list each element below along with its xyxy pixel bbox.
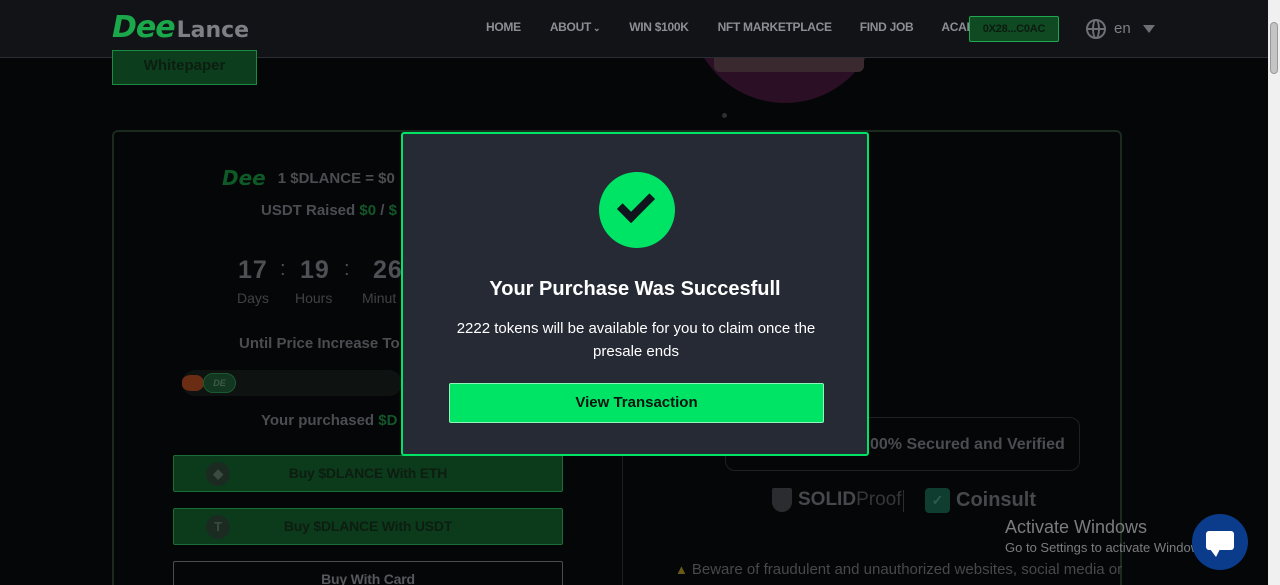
scrollbar-thumb[interactable] bbox=[1270, 22, 1278, 74]
raised-value: $0 bbox=[359, 202, 377, 219]
beware-text: Beware of fraudulent and unauthorized we… bbox=[691, 561, 1123, 578]
nav-about[interactable]: ABOUT ⌄ bbox=[549, 20, 601, 34]
price-text: 1 $DLANCE = $0 bbox=[277, 169, 395, 187]
nav-nft-marketplace[interactable]: NFT MARKETPLACE bbox=[718, 20, 832, 34]
chevron-down-icon: ⌄ bbox=[592, 23, 601, 33]
nav-find-job[interactable]: FIND JOB bbox=[860, 20, 914, 34]
buy-with-eth-button[interactable]: ◆ Buy $DLANCE With ETH bbox=[173, 455, 563, 492]
timer-hours: 19 bbox=[300, 256, 330, 284]
checkmark-icon bbox=[616, 184, 656, 224]
caret-down-icon[interactable] bbox=[1143, 25, 1155, 33]
timer-separator: : bbox=[280, 258, 286, 280]
coinsult-logo[interactable]: ✓ Coinsult bbox=[925, 488, 1036, 513]
logo-secondary: Lance bbox=[176, 18, 250, 43]
timer-separator: : bbox=[344, 258, 350, 280]
price-logo: Dee bbox=[222, 166, 266, 190]
purchased-label: Your purchased bbox=[261, 412, 375, 429]
solid-light: Proof bbox=[856, 489, 902, 510]
nav-home[interactable]: HOME bbox=[486, 20, 521, 34]
warning-icon: ▲ bbox=[675, 562, 688, 577]
partner-divider bbox=[903, 490, 904, 512]
solidproof-label: SOLIDProof bbox=[798, 489, 901, 511]
card-divider bbox=[622, 455, 623, 585]
purchase-success-modal: Your Purchase Was Succesfull 2222 tokens… bbox=[401, 132, 869, 456]
secured-text: 00% Secured and Verified bbox=[870, 436, 1065, 453]
modal-title: Your Purchase Was Succesfull bbox=[489, 278, 781, 300]
hero-illustration bbox=[680, 58, 890, 108]
raised-label: USDT Raised bbox=[261, 202, 356, 219]
solid-bold: SOLID bbox=[798, 489, 857, 510]
whitepaper-button[interactable]: Whitepaper bbox=[112, 50, 257, 85]
buy-eth-label: Buy $DLANCE With ETH bbox=[288, 465, 448, 481]
wallet-address-button[interactable]: 0X28...C0AC bbox=[969, 16, 1059, 42]
buy-card-label: Buy With Card bbox=[321, 571, 415, 585]
rocket-badge: DE bbox=[203, 373, 236, 393]
main-nav: HOME ABOUT ⌄ WIN $100K NFT MARKETPLACE FI… bbox=[486, 20, 1000, 34]
page-scrollbar[interactable] bbox=[1268, 0, 1280, 585]
solidproof-logo[interactable]: SOLIDProof bbox=[772, 488, 901, 512]
timer-days-label: Days bbox=[237, 290, 269, 306]
nav-win[interactable]: WIN $100K bbox=[629, 20, 689, 34]
usdt-raised: USDT Raised $0 / $ bbox=[261, 202, 397, 219]
success-check-icon bbox=[599, 172, 675, 248]
raised-separator: / bbox=[380, 202, 385, 219]
coinsult-label: Coinsult bbox=[956, 489, 1036, 511]
chat-button[interactable] bbox=[1192, 514, 1248, 570]
activate-windows-title: Activate Windows bbox=[1005, 517, 1148, 537]
buy-with-card-button[interactable]: Buy With Card bbox=[173, 561, 563, 585]
your-purchased: Your purchased $D bbox=[261, 412, 397, 429]
purchased-token: $D bbox=[378, 412, 398, 429]
modal-message: 2222 tokens will be available for you to… bbox=[456, 320, 816, 360]
coinsult-icon: ✓ bbox=[925, 488, 950, 513]
logo-primary: Dee bbox=[112, 10, 176, 45]
timer-days: 17 bbox=[238, 256, 268, 284]
shield-icon bbox=[772, 488, 792, 512]
language-label[interactable]: en bbox=[1114, 20, 1131, 37]
tether-icon: T bbox=[206, 515, 230, 539]
decorative-dot bbox=[722, 113, 727, 118]
globe-icon[interactable] bbox=[1086, 19, 1106, 39]
buy-with-usdt-button[interactable]: T Buy $DLANCE With USDT bbox=[173, 508, 563, 545]
activate-windows-subtitle: Go to Settings to activate Windows. bbox=[1005, 540, 1211, 555]
chat-icon bbox=[1206, 531, 1234, 557]
timer-hours-label: Hours bbox=[295, 290, 333, 306]
nav-about-label: ABOUT bbox=[549, 20, 591, 34]
buy-usdt-label: Buy $DLANCE With USDT bbox=[283, 518, 453, 534]
view-transaction-button[interactable]: View Transaction bbox=[449, 383, 824, 423]
hero-card bbox=[714, 58, 864, 72]
ethereum-icon: ◆ bbox=[206, 462, 230, 486]
price-row: Dee 1 $DLANCE = $0 bbox=[222, 166, 395, 190]
timer-minutes-label: Minut bbox=[362, 290, 397, 306]
raised-total: $ bbox=[388, 202, 397, 219]
deelance-logo[interactable]: Dee Lance bbox=[112, 10, 250, 45]
timer-minutes: 26 bbox=[373, 256, 403, 284]
rocket-flame-icon bbox=[182, 375, 204, 391]
beware-notice: ▲ Beware of fraudulent and unauthorized w… bbox=[675, 561, 1122, 578]
until-price-increase: Until Price Increase To bbox=[239, 335, 400, 352]
